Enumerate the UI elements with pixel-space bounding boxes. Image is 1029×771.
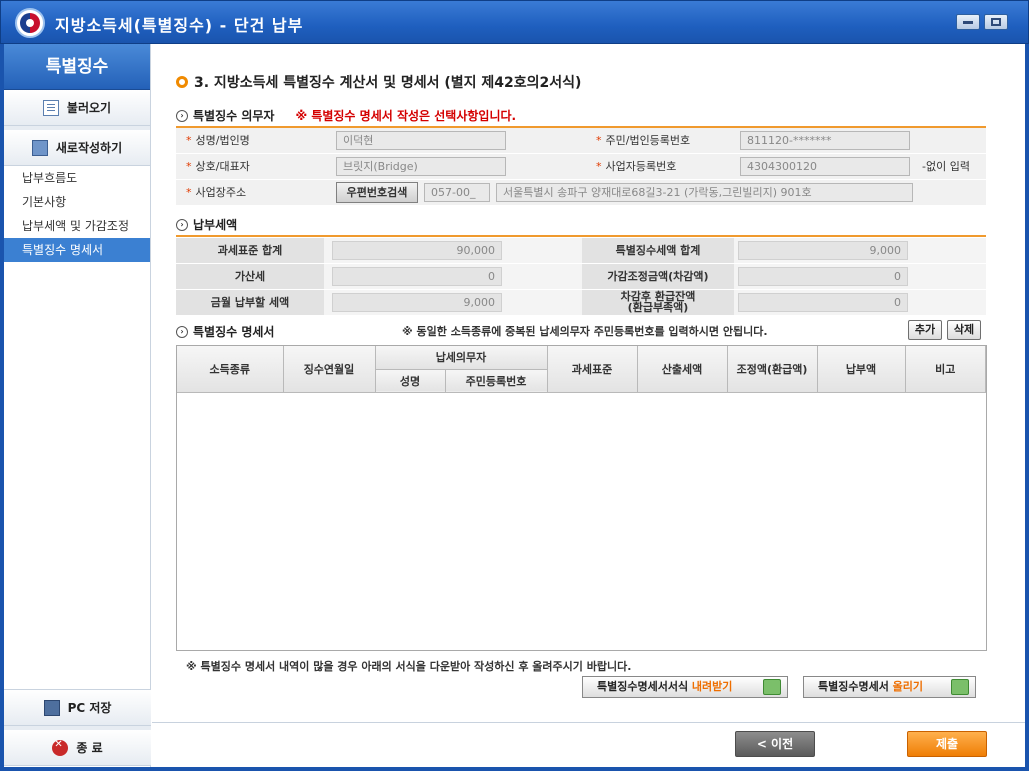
detail-section-title: › 특별징수 명세서 — [176, 323, 274, 340]
col-remark[interactable]: 비고 — [905, 346, 986, 393]
col-adjust[interactable]: 조정액(환급액) — [727, 346, 818, 393]
sidebar-item-statement[interactable]: 특별징수 명세서 — [4, 238, 150, 262]
statement-table: 소득종류 징수연월일 납세의무자 과세표준 산출세액 조정액(환급액) 납부액 … — [177, 346, 986, 393]
sidebar-item-tax-adjust[interactable]: 납부세액 및 가감조정 — [4, 214, 150, 238]
heading-bullet-icon — [176, 76, 188, 88]
special-tax-label: 특별징수세액 합계 — [582, 238, 734, 263]
tax-base-label: 과세표준 합계 — [176, 238, 324, 263]
save-disk-icon — [43, 699, 60, 716]
sidebar: 특별징수 불러오기 새로작성하기 납부흐름도 기본사항 납부세액 및 가감조정 … — [4, 44, 151, 767]
footer: < 이전 제출 — [152, 722, 1025, 767]
new-form-icon — [31, 139, 48, 156]
name-field[interactable]: 이덕현 — [336, 131, 506, 150]
minimize-button[interactable] — [956, 14, 980, 30]
arrow-circle-icon: › — [176, 109, 188, 122]
exit-label: 종 료 — [76, 741, 103, 755]
col-pay-amount[interactable]: 납부액 — [817, 346, 906, 393]
address-label: * 사업장주소 — [186, 186, 247, 199]
special-tax-value: 9,000 — [738, 241, 908, 260]
form-row: * 성명/법인명 이덕현 * 주민/법인등록번호 811120-******* — [176, 128, 986, 154]
bottom-note: ※ 특별징수 명세서 내역이 많을 경우 아래의 서식을 다운받아 작성하신 후… — [186, 660, 632, 673]
payment-title: 납부세액 — [193, 218, 238, 232]
col-income-type[interactable]: 소득종류 — [177, 346, 284, 393]
reg-number-field[interactable]: 811120-******* — [740, 131, 910, 150]
trade-name-field[interactable]: 브릿지(Bridge) — [336, 157, 506, 176]
name-label: * 성명/법인명 — [186, 134, 250, 147]
zip-field[interactable]: 057-00_ — [424, 183, 490, 202]
trade-label: * 상호/대표자 — [186, 160, 250, 173]
refund-label: 차감후 환급잔액 (환급부족액) — [582, 290, 734, 315]
sidebar-item-basic[interactable]: 기본사항 — [4, 190, 150, 214]
form-row: * 사업장주소 우편번호검색 057-00_ 서울특별시 송파구 양재대로68길3… — [176, 180, 986, 206]
window-title: 지방소득세(특별징수) - 단건 납부 — [55, 16, 304, 35]
adjust-label: 가감조정금액(차감액) — [582, 264, 734, 289]
adjust-value: 0 — [738, 267, 908, 286]
col-name[interactable]: 성명 — [375, 369, 446, 393]
col-taxpayer-group: 납세의무자 — [375, 346, 548, 370]
new-document-label: 새로작성하기 — [55, 141, 123, 155]
divider — [176, 235, 986, 237]
add-row-button[interactable]: 추가 — [908, 320, 942, 340]
arrow-circle-icon: › — [176, 325, 188, 338]
summary-row: 가산세 0 가감조정금액(차감액) 0 — [176, 264, 986, 289]
new-document-button[interactable]: 새로작성하기 — [4, 130, 150, 166]
main-content: 3. 지방소득세 특별징수 계산서 및 명세서 (별지 제42호의2서식) › … — [152, 44, 1025, 767]
sidebar-item-flow[interactable]: 납부흐름도 — [4, 166, 150, 190]
penalty-label: 가산세 — [176, 264, 324, 289]
load-label: 불러오기 — [66, 101, 112, 115]
submit-button[interactable]: 제출 — [907, 731, 987, 757]
exit-button[interactable]: 종 료 — [4, 730, 151, 766]
address-field[interactable]: 서울특별시 송파구 양재대로68길3-21 (가락동,그린빌리지) 901호 — [496, 183, 913, 202]
pc-save-button[interactable]: PC 저장 — [4, 690, 151, 726]
sidebar-header: 특별징수 — [4, 44, 150, 90]
upload-statement-button[interactable]: 특별징수명세서 올리기 — [803, 676, 976, 698]
summary-row: 과세표준 합계 90,000 특별징수세액 합계 9,000 — [176, 238, 986, 263]
previous-button[interactable]: < 이전 — [735, 731, 815, 757]
col-reg-no[interactable]: 주민등록번호 — [445, 369, 548, 393]
detail-title: 특별징수 명세서 — [193, 325, 275, 339]
title-bar: 지방소득세(특별징수) - 단건 납부 — [0, 0, 1029, 44]
tax-base-value: 90,000 — [332, 241, 502, 260]
document-icon — [42, 99, 59, 116]
monthly-tax-value: 9,000 — [332, 293, 502, 312]
biz-note: -없이 입력 — [922, 160, 970, 173]
zip-search-button[interactable]: 우편번호검색 — [336, 182, 418, 203]
col-year-month[interactable]: 징수연월일 — [283, 346, 376, 393]
reg-label: * 주민/법인등록번호 — [596, 134, 691, 147]
close-icon — [52, 739, 69, 756]
delete-row-button[interactable]: 삭제 — [947, 320, 981, 340]
biz-label: * 사업자등록번호 — [596, 160, 677, 173]
excel-download-icon — [763, 679, 781, 695]
arrow-circle-icon: › — [176, 218, 188, 231]
refund-value: 0 — [738, 293, 908, 312]
government-logo-icon — [15, 8, 45, 38]
load-button[interactable]: 불러오기 — [4, 90, 150, 126]
summary-row: 금월 납부할 세액 9,000 차감후 환급잔액 (환급부족액) 0 — [176, 290, 986, 315]
col-calc-tax[interactable]: 산출세액 — [637, 346, 728, 393]
duplicate-notice: ※ 동일한 소득종류에 중복된 납세의무자 주민등록번호를 입력하시면 안됩니다… — [402, 325, 768, 338]
page-heading: 3. 지방소득세 특별징수 계산서 및 명세서 (별지 제42호의2서식) — [194, 75, 582, 91]
optional-warning: ※ 특별징수 명세서 작성은 선택사항입니다. — [295, 109, 517, 123]
statement-grid[interactable]: 소득종류 징수연월일 납세의무자 과세표준 산출세액 조정액(환급액) 납부액 … — [176, 345, 987, 651]
maximize-button[interactable] — [984, 14, 1008, 30]
biz-number-field[interactable]: 4304300120 — [740, 157, 910, 176]
pc-save-label: PC 저장 — [67, 701, 112, 715]
download-template-button[interactable]: 특별징수명세서서식 내려받기 — [582, 676, 788, 698]
monthly-tax-label: 금월 납부할 세액 — [176, 290, 324, 315]
payment-section-title: › 납부세액 — [176, 216, 237, 233]
excel-upload-icon — [951, 679, 969, 695]
sidebar-menu: 납부흐름도 기본사항 납부세액 및 가감조정 특별징수 명세서 — [4, 166, 150, 262]
form-row: * 상호/대표자 브릿지(Bridge) * 사업자등록번호 4304300120 … — [176, 154, 986, 180]
taxpayer-section-title: › 특별징수 의무자 ※ 특별징수 명세서 작성은 선택사항입니다. — [176, 107, 516, 124]
penalty-value: 0 — [332, 267, 502, 286]
page-title: 3. 지방소득세 특별징수 계산서 및 명세서 (별지 제42호의2서식) — [176, 72, 581, 92]
taxpayer-title: 특별징수 의무자 — [193, 109, 275, 123]
col-tax-base[interactable]: 과세표준 — [547, 346, 638, 393]
